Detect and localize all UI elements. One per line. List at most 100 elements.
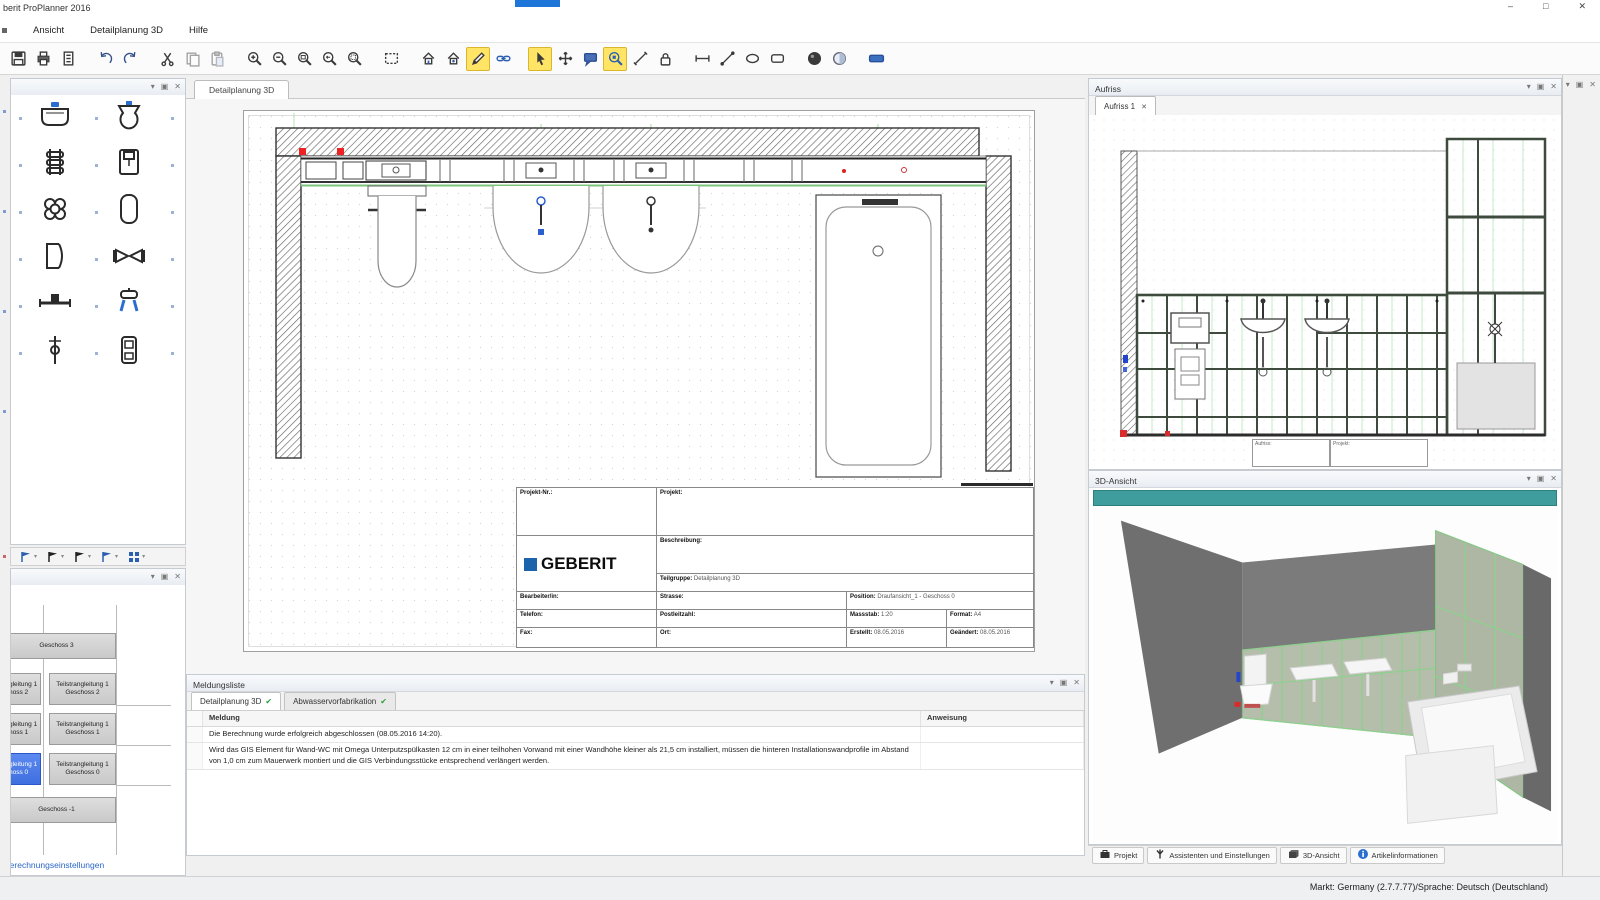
draw-rectangle-button[interactable] xyxy=(765,47,789,71)
catalog-panel-close-button[interactable]: ✕ xyxy=(174,81,181,93)
tab-detailplanung-3d[interactable]: Detailplanung 3D xyxy=(194,80,289,100)
strand-panel-collapse-button[interactable]: ▾ xyxy=(151,571,155,583)
dockstrip-panel-close-button[interactable]: ✕ xyxy=(1589,79,1596,91)
close-button[interactable]: ✕ xyxy=(1578,1,1586,12)
strand-panel-close-button[interactable]: ✕ xyxy=(174,571,181,583)
viewport-3d[interactable] xyxy=(1093,506,1557,842)
strand-box-right-2[interactable]: Teilstrangleitung 1Geschoss 0 xyxy=(49,753,116,785)
inline-valve-icon[interactable] xyxy=(37,334,73,371)
drawing-sheet[interactable]: Projekt-Nr.: Projekt: GEBERIT Beschreibu… xyxy=(243,110,1035,652)
select-cursor-button[interactable] xyxy=(528,47,552,71)
bottom-tab-3d-ansicht[interactable]: 3D-Ansicht xyxy=(1280,847,1347,864)
view-3d-button[interactable] xyxy=(864,47,888,71)
messages-panel-collapse-button[interactable]: ▾ xyxy=(1050,677,1054,689)
viewer3d-panel-pin-button[interactable]: ▣ xyxy=(1537,473,1545,485)
bathtub-icon[interactable] xyxy=(111,193,147,230)
bottom-tab-assistenten-und-einstellungen[interactable]: Assistenten und Einstellungen xyxy=(1147,847,1277,864)
message-row[interactable]: Die Berechnung wurde erfolgreich abgesch… xyxy=(187,727,1084,743)
cut-button[interactable] xyxy=(155,47,179,71)
lock-element-button[interactable] xyxy=(653,47,677,71)
draw-ellipse-button[interactable] xyxy=(740,47,764,71)
connect-elements-button[interactable] xyxy=(491,47,515,71)
riser-diagram[interactable]: Geschoss 3Teilstrangleitung 1Geschoss 2T… xyxy=(11,585,185,875)
heater-element-icon[interactable] xyxy=(111,334,147,371)
view-home-button[interactable] xyxy=(441,47,465,71)
redo-button[interactable] xyxy=(118,47,142,71)
strand-box-left-1[interactable]: Teilstrangleitung 1Geschoss 1 xyxy=(11,713,41,745)
annotate-button[interactable] xyxy=(578,47,602,71)
dockstrip-panel-collapse-button[interactable]: ▾ xyxy=(1566,79,1570,91)
urinal-icon[interactable] xyxy=(37,240,73,277)
strand-box-left-0[interactable]: Teilstrangleitung 1Geschoss 2 xyxy=(11,673,41,705)
menu-detailplanung-3d[interactable]: Detailplanung 3D xyxy=(90,25,163,36)
bottom-tab-projekt[interactable]: Projekt xyxy=(1092,847,1144,864)
messages-tab-abwasservorfabrikation[interactable]: Abwasservorfabrikation✔ xyxy=(284,692,396,710)
zoom-previous-button[interactable] xyxy=(317,47,341,71)
zoom-all-button[interactable] xyxy=(342,47,366,71)
viewer-3d-toolbar[interactable] xyxy=(1093,490,1557,506)
save-button[interactable] xyxy=(6,47,30,71)
towel-radiator-icon[interactable] xyxy=(37,146,73,183)
floor-plan-canvas[interactable]: Projekt-Nr.: Projekt: GEBERIT Beschreibu… xyxy=(186,99,1085,674)
washbasin-icon[interactable] xyxy=(37,99,73,136)
catalog-panel-pin-button[interactable]: ▣ xyxy=(161,81,169,93)
render-light-button[interactable] xyxy=(827,47,851,71)
undo-button[interactable] xyxy=(93,47,117,71)
copy-button[interactable] xyxy=(180,47,204,71)
move-element-button[interactable] xyxy=(553,47,577,71)
mini-flag-blue2-button[interactable]: ▾ xyxy=(100,550,118,564)
draw-connection-button[interactable] xyxy=(466,47,490,71)
cistern-icon[interactable] xyxy=(111,146,147,183)
strand-box-right-0[interactable]: Teilstrangleitung 1Geschoss 2 xyxy=(49,673,116,705)
strand-box-top[interactable]: Geschoss 3 xyxy=(11,633,116,659)
shower-icon[interactable] xyxy=(111,287,147,324)
red-marker xyxy=(299,148,306,155)
print-button[interactable] xyxy=(31,47,55,71)
viewer3d-panel-close-button[interactable]: ✕ xyxy=(1550,473,1557,485)
zoom-region-button[interactable] xyxy=(379,47,403,71)
mini-flag-black2-button[interactable]: ▾ xyxy=(73,550,91,564)
strand-box-bottom[interactable]: Geschoss -1 xyxy=(11,797,116,823)
aufriss-panel-close-button[interactable]: ✕ xyxy=(1550,81,1557,93)
mini-flag-blue-button[interactable]: ▾ xyxy=(19,550,37,564)
view-up-button[interactable] xyxy=(416,47,440,71)
zoom-window-button[interactable] xyxy=(292,47,316,71)
render-dark-button[interactable] xyxy=(802,47,826,71)
wc-icon[interactable] xyxy=(111,99,147,136)
pipe-fitting-icon[interactable] xyxy=(111,240,147,277)
messages-panel-close-button[interactable]: ✕ xyxy=(1073,677,1080,689)
dockstrip-panel-pin-button[interactable]: ▣ xyxy=(1576,79,1584,91)
bottom-tab-artikelinformationen[interactable]: Artikelinformationen xyxy=(1350,847,1445,864)
strand-box-right-1[interactable]: Teilstrangleitung 1Geschoss 1 xyxy=(49,713,116,745)
aufriss-panel-collapse-button[interactable]: ▾ xyxy=(1527,81,1531,93)
paste-button[interactable] xyxy=(205,47,229,71)
catalog-panel-collapse-button[interactable]: ▾ xyxy=(151,81,155,93)
message-row[interactable]: Wird das GIS Element für Wand-WC mit Ome… xyxy=(187,743,1084,770)
minimize-button[interactable]: – xyxy=(1508,1,1513,12)
report-button[interactable] xyxy=(56,47,80,71)
strand-box-left-2[interactable]: Teilstrangleitung 1Geschoss 0 xyxy=(11,753,41,785)
zoom-in-button[interactable] xyxy=(242,47,266,71)
drain-pump-icon[interactable] xyxy=(37,193,73,230)
zoom-out-button[interactable] xyxy=(267,47,291,71)
viewer3d-panel-collapse-button[interactable]: ▾ xyxy=(1527,473,1531,485)
draw-line-button[interactable] xyxy=(715,47,739,71)
messages-tab-detailplanung[interactable]: Detailplanung 3D✔ xyxy=(191,692,281,710)
tab-aufriss-1[interactable]: Aufriss 1✕ xyxy=(1095,96,1156,116)
mini-grid-button[interactable]: ▾ xyxy=(127,550,145,564)
close-tab-icon[interactable]: ✕ xyxy=(1141,103,1147,111)
zoom-object-button[interactable] xyxy=(603,47,627,71)
dimension-button[interactable] xyxy=(628,47,652,71)
aufriss-panel-pin-button[interactable]: ▣ xyxy=(1537,81,1545,93)
viewer-3d-header: 3D-Ansicht ▾▣✕ xyxy=(1089,471,1561,488)
strand-panel-pin-button[interactable]: ▣ xyxy=(161,571,169,583)
menu-ansicht[interactable]: Ansicht xyxy=(33,25,64,36)
mini-flag-black-button[interactable]: ▾ xyxy=(46,550,64,564)
pipe-tee-icon[interactable] xyxy=(37,287,73,324)
elevation-canvas[interactable]: Aufriss: Projekt: xyxy=(1089,115,1561,469)
messages-panel-pin-button[interactable]: ▣ xyxy=(1060,677,1068,689)
dimension-line-button[interactable] xyxy=(690,47,714,71)
maximize-button[interactable]: □ xyxy=(1543,1,1548,12)
menu-hilfe[interactable]: Hilfe xyxy=(189,25,208,36)
berechnungseinstellungen-link[interactable]: Berechnungseinstellungen xyxy=(11,860,104,870)
